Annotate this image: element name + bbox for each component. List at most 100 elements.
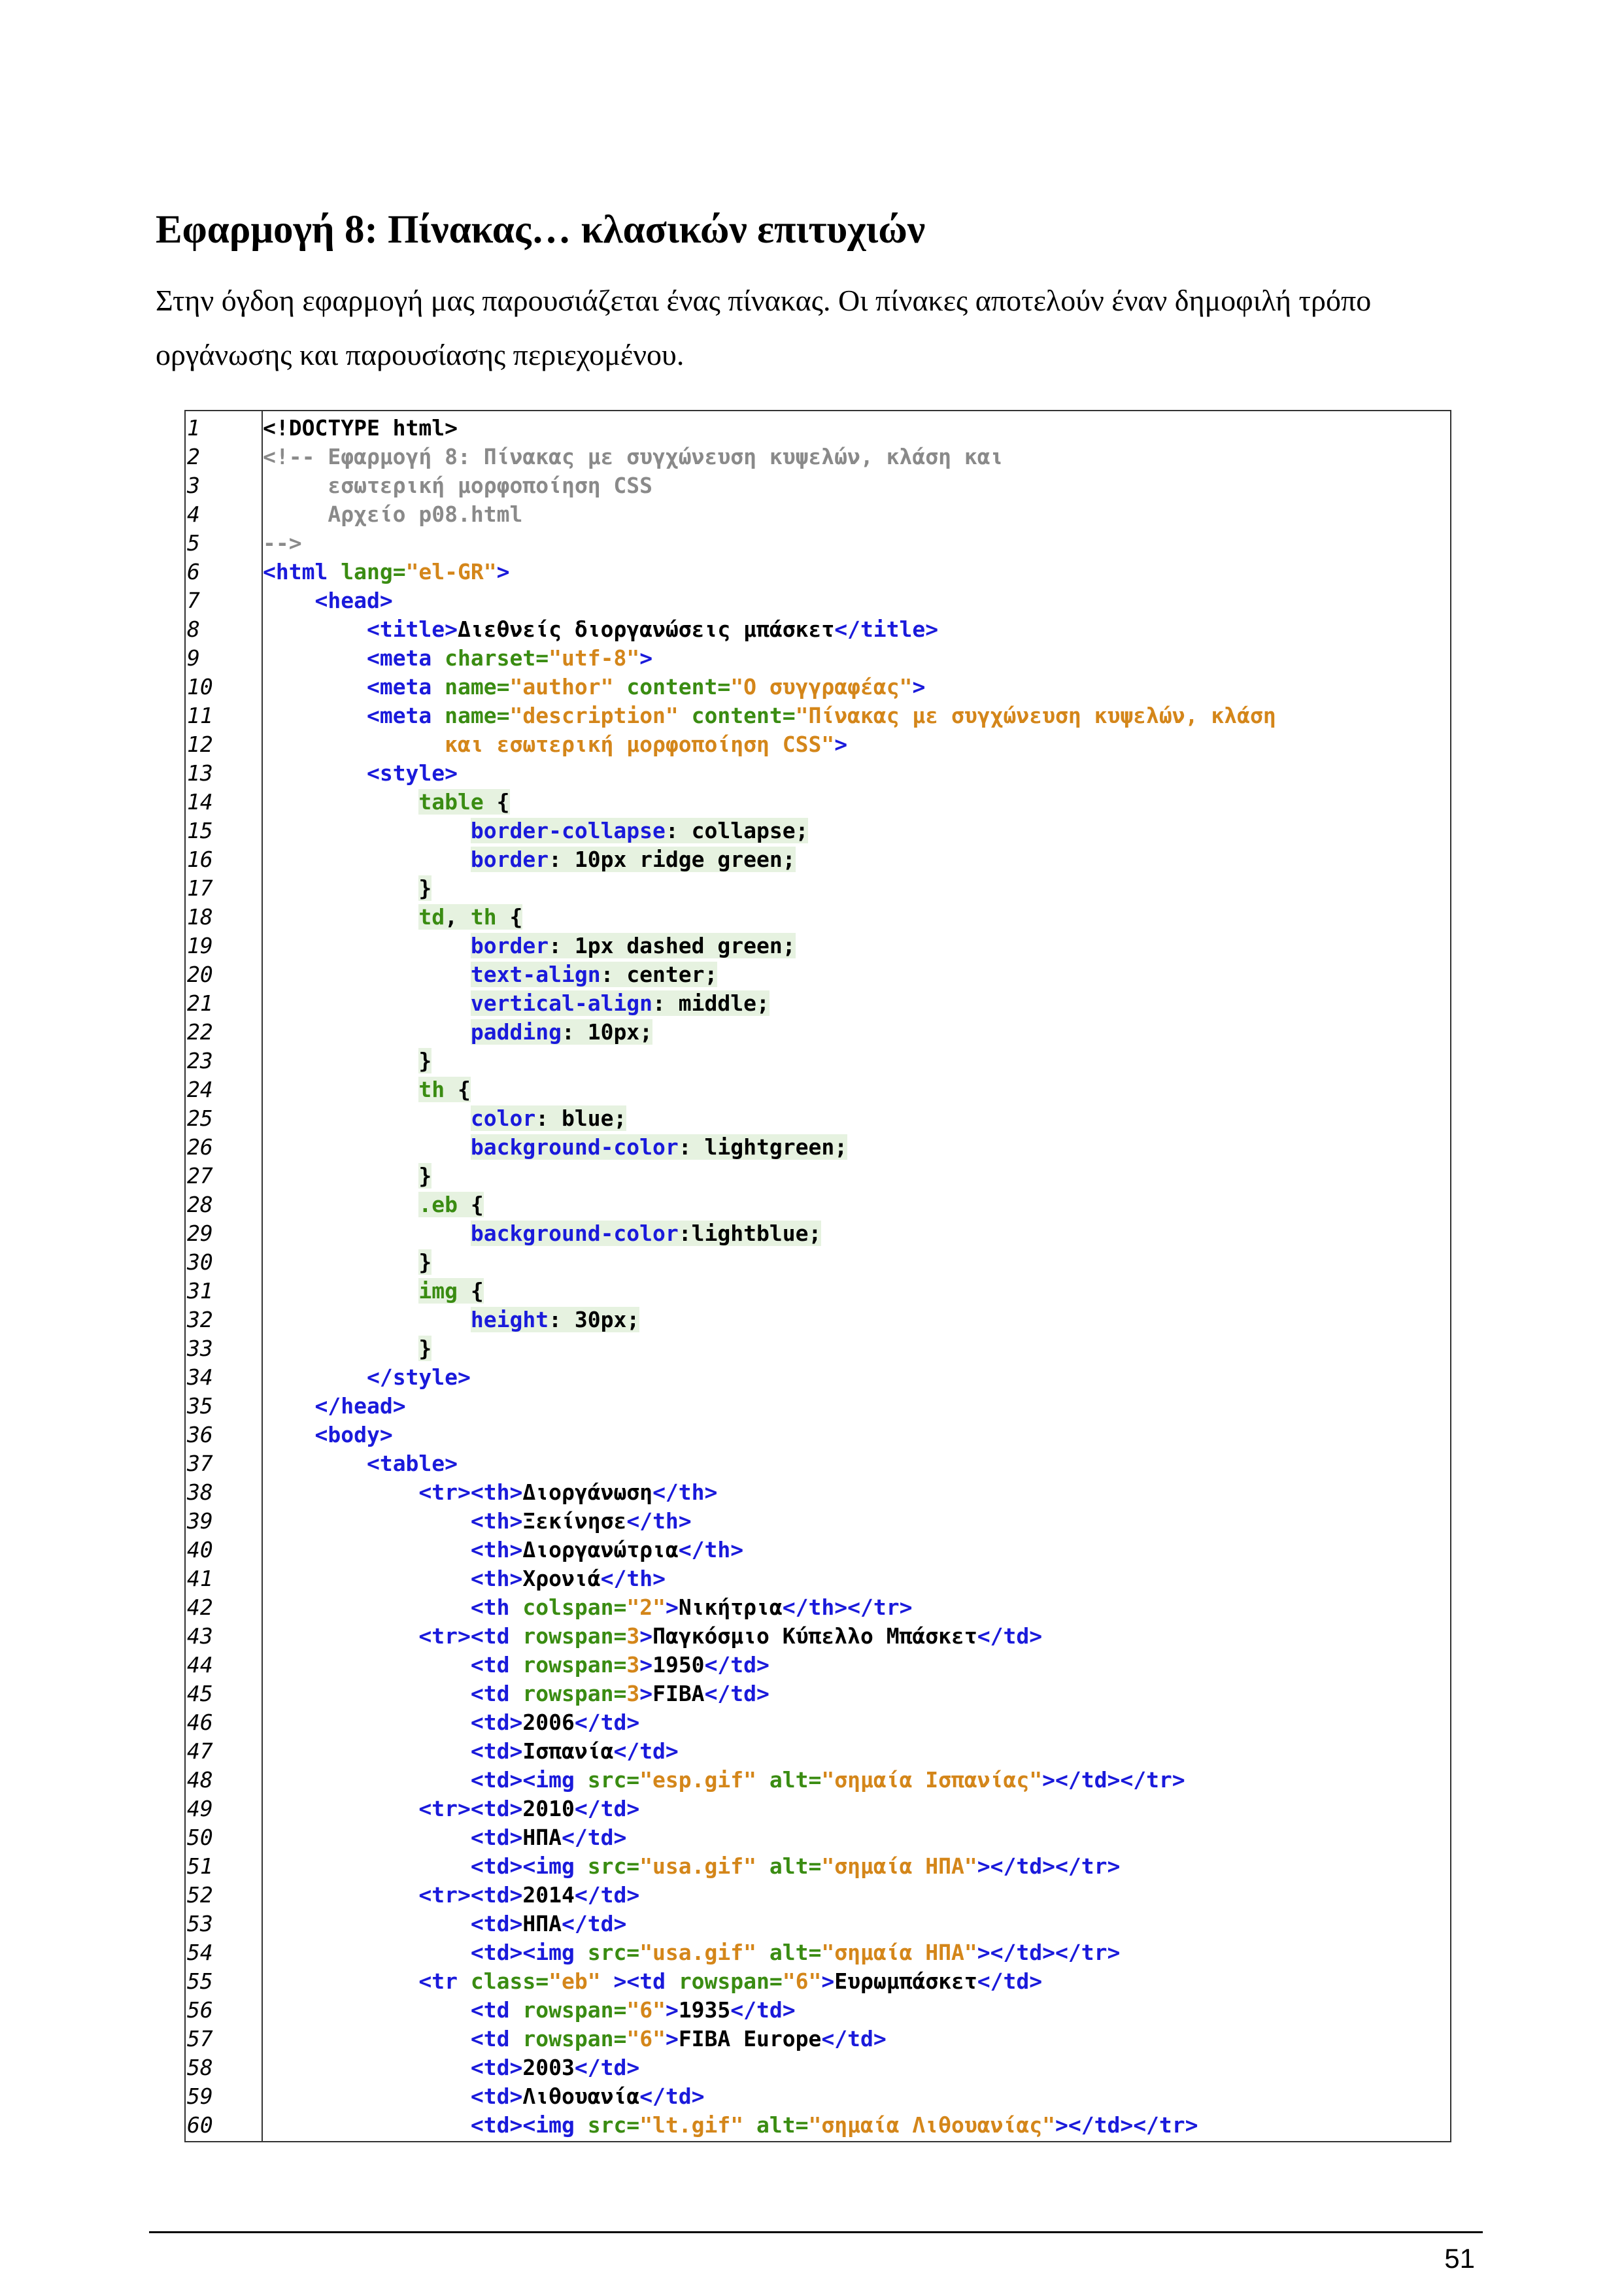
code-token: </style> [366,1364,471,1390]
line-number: 17 [187,875,213,901]
line-number: 10 [187,674,213,700]
code-line: 50 <td>ΗΠΑ</td> [186,1823,1450,1852]
code-text: table { [263,788,510,817]
code-token: { [483,789,510,815]
code-text: <td>Λιθουανία</td> [263,2082,705,2111]
code-line: 32 height: 30px; [186,1306,1450,1334]
code-token: > [665,2026,679,2051]
code-token: alt= [769,1767,822,1793]
code-text: <tr><td>2010</td> [263,1795,639,1823]
code-token: alt= [769,1940,822,1965]
code-line: 20 text-align: center; [186,960,1450,989]
code-line: 35 </head> [186,1392,1450,1421]
line-number: 43 [187,1623,213,1649]
line-number: 50 [187,1825,213,1850]
line-number: 38 [187,1479,213,1505]
code-text: και εσωτερική μορφοποίηση CSS"> [263,730,847,759]
code-token: src= [587,1853,640,1879]
code-token: Διοργάνωση [522,1479,653,1505]
line-number: 13 [187,760,213,786]
code-token: : 10px; [561,1019,653,1045]
code-token: : middle; [652,990,770,1016]
code-token: } [418,1048,432,1073]
code-token: src= [587,1940,640,1965]
line-number: 21 [187,990,213,1016]
line-number: 36 [187,1422,213,1447]
code-token: th [470,904,497,930]
code-token: Χρονιά [522,1566,601,1591]
code-token: { [445,1077,471,1102]
code-token: "esp.gif" [639,1767,770,1793]
code-line: 6 <html lang="el-GR"> [186,558,1450,586]
line-number: 53 [187,1911,213,1936]
code-token: , [445,904,471,930]
code-line: 15 border-collapse: collapse; [186,817,1450,845]
code-token: background-color [470,1221,679,1246]
code-token: Λιθουανία [522,2083,640,2109]
code-token: 2014 [522,1882,575,1908]
line-number: 22 [187,1019,213,1045]
code-token: : blue; [535,1105,627,1131]
code-token: "utf-8" [549,645,640,671]
code-token: <body> [314,1422,393,1447]
code-text: <tr><th>Διοργάνωση</th> [263,1478,717,1507]
code-token: { [458,1278,484,1304]
line-number: 46 [187,1710,213,1735]
code-line: 5 --> [186,529,1450,558]
line-number: 1 [187,415,200,441]
code-token: <td [470,1997,523,2023]
line-number: 51 [187,1853,213,1879]
code-token: </td> [730,1997,796,2023]
line-number: 40 [187,1537,213,1562]
line-number: 29 [187,1221,213,1246]
code-line: 33 } [186,1334,1450,1363]
code-text: background-color:lightblue; [263,1219,822,1248]
code-text: <td rowspan=3>1950</td> [263,1651,770,1679]
code-text: img { [263,1277,484,1306]
code-token: Ισπανία [522,1738,614,1764]
code-token: "σημαία ΗΠΑ" [821,1940,977,1965]
line-number: 3 [187,473,200,498]
code-text: .eb { [263,1190,484,1219]
code-token: Αρχείο p08.html [263,501,523,527]
line-number: 4 [187,501,200,527]
code-token: padding [470,1019,562,1045]
code-token: και εσωτερική μορφοποίηση CSS" [263,732,835,757]
code-token: </td> [704,1652,770,1678]
code-token: content= [691,703,796,728]
code-token: "usa.gif" [639,1940,770,1965]
code-token: ></td></tr> [977,1940,1121,1965]
code-line: 51 <td><img src="usa.gif" alt="σημαία ΗΠ… [186,1852,1450,1881]
code-token: <tr><td [418,1623,523,1649]
code-token: </td> [613,1738,679,1764]
code-token: "Ο συγγραφέας" [730,674,913,700]
code-line: 37 <table> [186,1449,1450,1478]
code-token: <td> [470,1911,523,1936]
code-line: 44 <td rowspan=3>1950</td> [186,1651,1450,1679]
code-line: 38 <tr><th>Διοργάνωση</th> [186,1478,1450,1507]
code-token: Νικήτρια [678,1594,783,1620]
code-token: </th> [678,1537,744,1562]
line-number: 24 [187,1077,213,1102]
code-token: </td> [821,2026,887,2051]
code-line: 9 <meta charset="utf-8"> [186,644,1450,673]
